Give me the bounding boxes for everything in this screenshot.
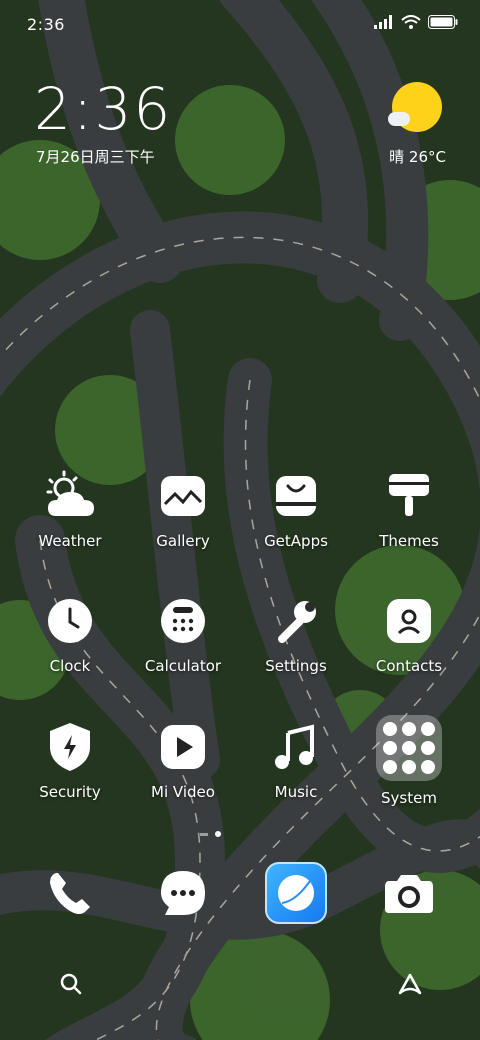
app-security[interactable]: Security [15,719,125,801]
clock-widget-date: 7月26日周三下午 [36,148,155,166]
app-themes[interactable]: Themes [354,468,464,550]
dock-camera[interactable] [354,862,464,924]
themes-icon [381,468,437,524]
settings-icon [268,593,324,649]
security-icon [42,719,98,775]
contacts-icon [381,593,437,649]
app-system-folder[interactable]: System [354,715,464,807]
app-label: Clock [49,657,91,675]
page-dot-active [215,831,221,837]
assistant-button[interactable] [390,966,430,1006]
page-indicator [200,831,221,837]
app-label: Settings [265,657,327,675]
calculator-icon [155,593,211,649]
app-label: Contacts [375,657,443,675]
app-label: Mi Video [151,783,215,801]
messages-icon [152,862,214,924]
app-music[interactable]: Music [241,719,351,801]
music-icon [268,719,324,775]
battery-icon [428,14,458,33]
app-contacts[interactable]: Contacts [354,593,464,675]
assistant-icon [397,973,423,999]
search-icon [60,973,82,999]
phone-icon [39,862,101,924]
weather-icon [42,468,98,524]
status-time: 2:36 [27,15,65,34]
app-settings[interactable]: Settings [241,593,351,675]
app-label: Weather [38,532,102,550]
dock-phone[interactable] [15,862,125,924]
clock-widget-time[interactable]: 2:36 [34,80,172,138]
dock-browser[interactable] [241,862,351,924]
weather-widget-text: 晴 26°C [389,148,446,166]
folder-icon [376,715,442,781]
wifi-icon [401,14,421,33]
app-label: Calculator [144,657,222,675]
camera-icon [378,862,440,924]
app-label: Security [39,783,101,801]
clock-icon [42,593,98,649]
app-clock[interactable]: Clock [15,593,125,675]
app-label: Gallery [156,532,210,550]
app-mivideo[interactable]: Mi Video [128,719,238,801]
cloud-icon [388,112,410,126]
getapps-icon [268,468,324,524]
app-weather[interactable]: Weather [15,468,125,550]
app-getapps[interactable]: GetApps [241,468,351,550]
app-label: System [381,789,437,807]
dock-messages[interactable] [128,862,238,924]
browser-icon [265,862,327,924]
app-label: Themes [379,532,439,550]
search-button[interactable] [51,966,91,1006]
app-label: GetApps [264,532,328,550]
status-bar: 2:36 [0,0,480,48]
gallery-icon [155,468,211,524]
signal-icon [374,14,394,33]
app-gallery[interactable]: Gallery [128,468,238,550]
page-dot [200,832,208,836]
app-calculator[interactable]: Calculator [128,593,238,675]
video-icon [155,719,211,775]
app-label: Music [274,783,318,801]
